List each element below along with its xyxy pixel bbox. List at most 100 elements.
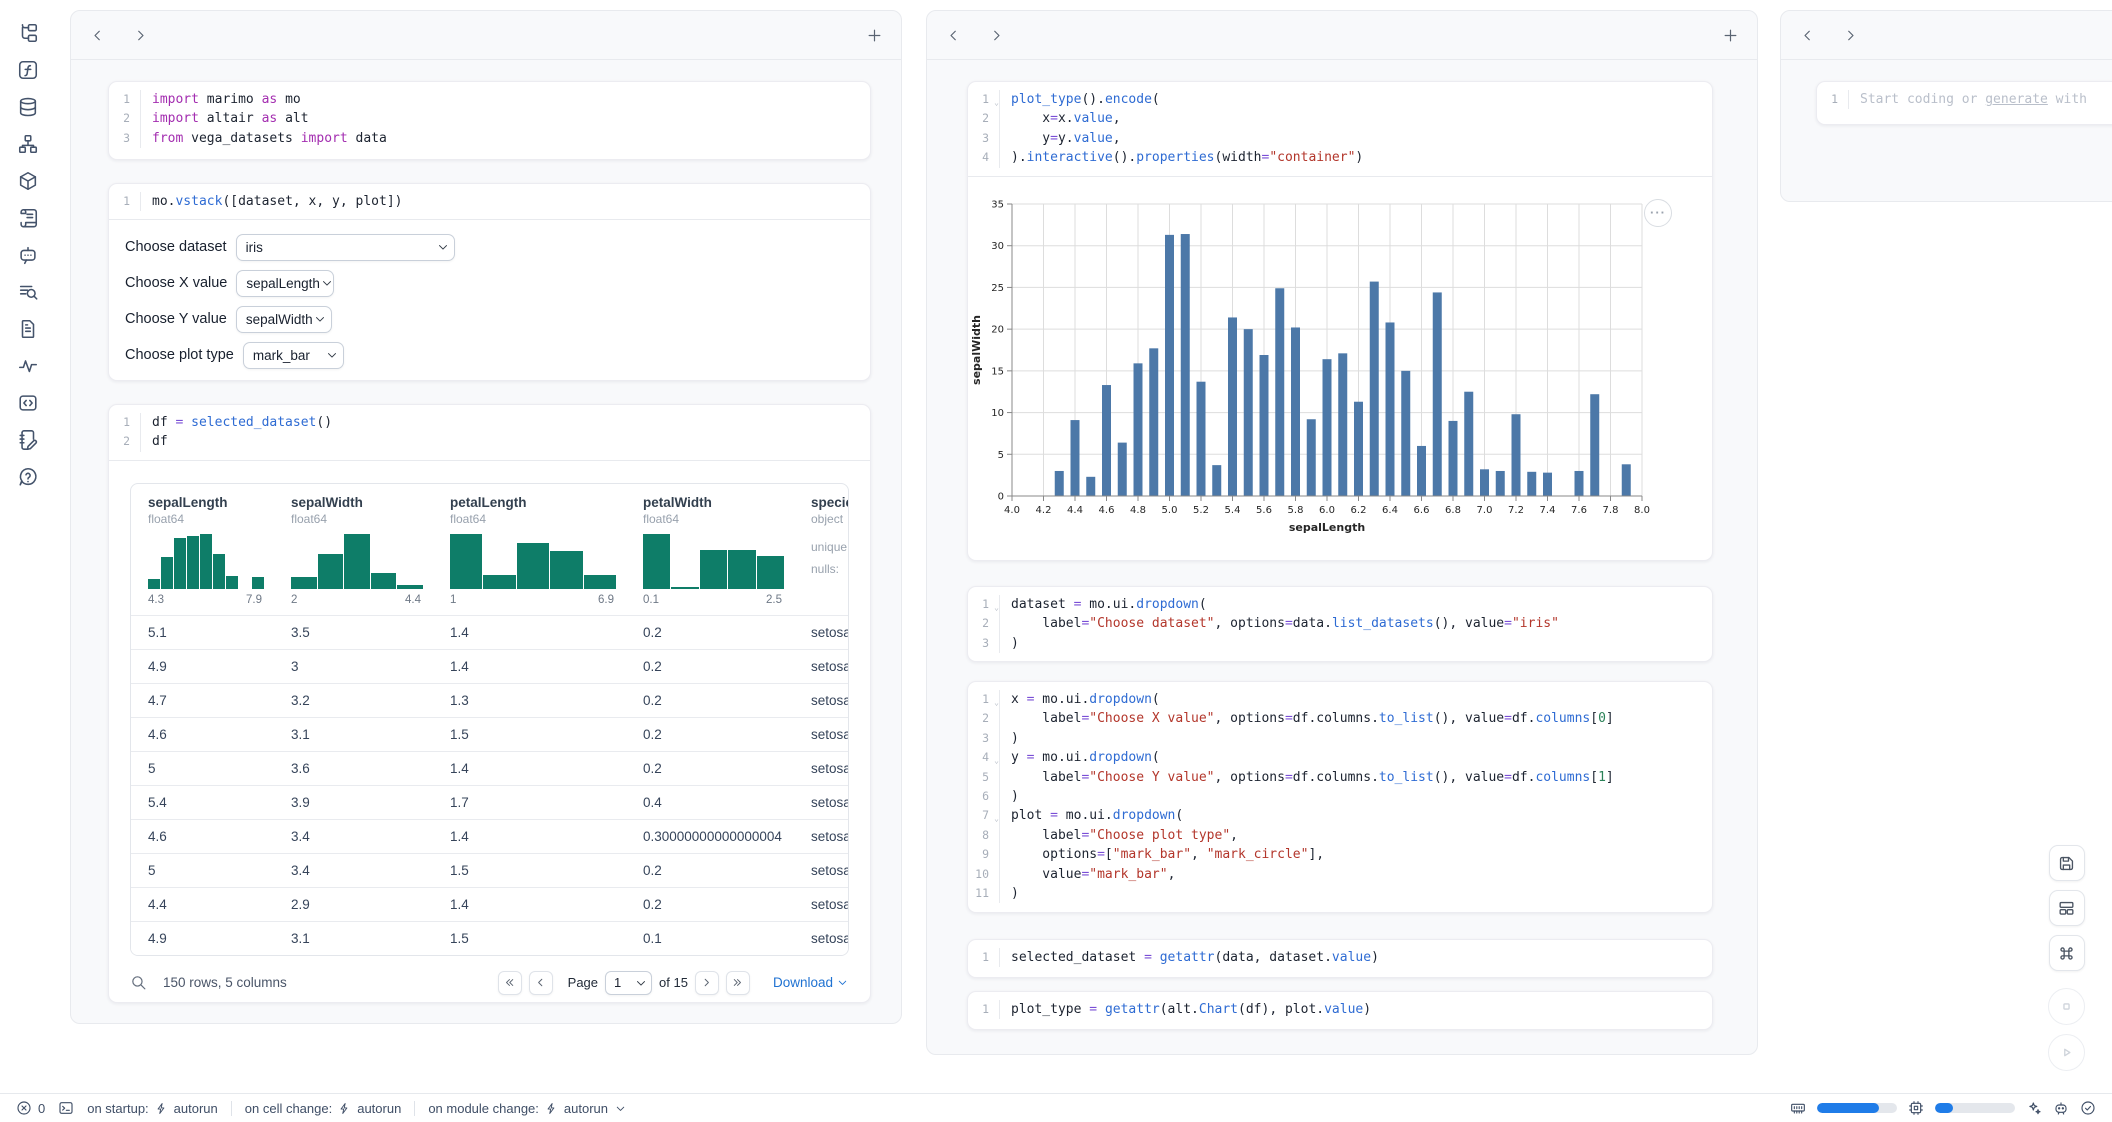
- line-number: 7⌄: [968, 806, 1000, 825]
- table-row[interactable]: 4.93.11.50.1setosa: [131, 921, 848, 955]
- first-page-button[interactable]: [498, 971, 522, 995]
- activity-icon[interactable]: [17, 355, 39, 377]
- package-icon[interactable]: [17, 170, 39, 192]
- ai-assist-button[interactable]: [2026, 1100, 2042, 1116]
- table-row[interactable]: 4.63.11.50.2setosa: [131, 717, 848, 751]
- run-button[interactable]: [2048, 1034, 2085, 1071]
- column-min: 0.1: [643, 594, 659, 606]
- dataset-select[interactable]: iris: [236, 234, 455, 261]
- table-row[interactable]: 4.63.41.40.30000000000000004setosa: [131, 819, 848, 853]
- code-editor[interactable]: 1⌄dataset = mo.ui.dropdown(2 label="Choo…: [968, 587, 1712, 661]
- script-icon[interactable]: [17, 207, 39, 229]
- x-value-select[interactable]: sepalLength: [236, 270, 334, 297]
- column-dtype: float64: [643, 512, 794, 526]
- next-page-button[interactable]: [695, 971, 719, 995]
- help-chat-icon[interactable]: [17, 466, 39, 488]
- code-cell-dataframe[interactable]: 1df = selected_dataset()2df sepalLengthf…: [108, 404, 871, 1003]
- code-cell-vstack[interactable]: 1mo.vstack([dataset, x, y, plot]) Choose…: [108, 183, 871, 381]
- save-icon: [2057, 854, 2076, 873]
- column-header-sepalLength[interactable]: sepalLengthfloat644.37.9: [131, 484, 274, 615]
- file-tree-icon[interactable]: [17, 22, 39, 44]
- column-header-species[interactable]: speciesobjectunique:nulls:: [794, 484, 849, 615]
- chevron-left-icon[interactable]: [945, 27, 962, 44]
- connection-status-icon[interactable]: [2080, 1100, 2096, 1116]
- chevron-left-icon[interactable]: [1799, 27, 1816, 44]
- chevron-right-icon[interactable]: [988, 27, 1005, 44]
- add-cell-button[interactable]: [866, 27, 883, 44]
- table-row[interactable]: 5.13.51.40.2setosa: [131, 615, 848, 649]
- code-editor[interactable]: 1df = selected_dataset()2df: [109, 405, 870, 460]
- line-number: 6: [968, 787, 1000, 806]
- column-max: 7.9: [246, 594, 262, 606]
- altair-chart[interactable]: 4.04.24.44.64.85.05.25.45.65.86.06.26.46…: [968, 177, 1712, 561]
- file-text-icon[interactable]: [17, 318, 39, 340]
- svg-text:15: 15: [991, 366, 1004, 377]
- chat-bot-icon[interactable]: [17, 244, 39, 266]
- search-icon[interactable]: [130, 974, 147, 991]
- page-select[interactable]: 1: [605, 971, 652, 995]
- line-number: 4⌄: [968, 748, 1000, 767]
- download-button[interactable]: Download: [773, 975, 849, 990]
- svg-text:25: 25: [991, 283, 1004, 294]
- altair-chart-output[interactable]: 4.04.24.44.64.85.05.25.45.65.86.06.26.46…: [968, 177, 1712, 561]
- table-row[interactable]: 5.43.91.70.4setosa: [131, 785, 848, 819]
- layout-button[interactable]: [2049, 890, 2085, 926]
- add-cell-button[interactable]: [1722, 27, 1739, 44]
- code-cell-dataset-dropdown[interactable]: 1⌄dataset = mo.ui.dropdown(2 label="Choo…: [967, 586, 1713, 662]
- chart-actions-button[interactable]: ···: [1644, 199, 1672, 227]
- code-editor[interactable]: 1import marimo as mo2import altair as al…: [109, 82, 870, 156]
- command-palette-button[interactable]: [2049, 935, 2085, 971]
- terminal-button[interactable]: [58, 1100, 74, 1116]
- empty-code-cell[interactable]: 1 Start coding or generate with: [1816, 81, 2112, 125]
- on-cell-change-setting[interactable]: on cell change: autorun: [245, 1101, 402, 1116]
- table-row[interactable]: 4.73.21.30.2setosa: [131, 683, 848, 717]
- code-editor[interactable]: 1mo.vstack([dataset, x, y, plot]): [109, 184, 870, 219]
- table-cell: 4.4: [131, 897, 274, 912]
- save-button[interactable]: [2049, 845, 2085, 881]
- on-module-change-setting[interactable]: on module change: autorun: [428, 1101, 627, 1116]
- function-icon[interactable]: [17, 59, 39, 81]
- table-row[interactable]: 4.931.40.2setosa: [131, 649, 848, 683]
- code-cell-plot-type[interactable]: 1plot_type = getattr(alt.Chart(df), plot…: [967, 991, 1713, 1030]
- svg-text:sepalLength: sepalLength: [1289, 521, 1365, 534]
- code-cell-xy-dropdowns[interactable]: 1⌄x = mo.ui.dropdown(2 label="Choose X v…: [967, 681, 1713, 913]
- code-editor[interactable]: 1⌄plot_type().encode(2 x=x.value,3 y=y.v…: [968, 82, 1712, 176]
- table-cell: 0.2: [626, 863, 794, 878]
- code-cell-selected-dataset[interactable]: 1selected_dataset = getattr(data, datase…: [967, 939, 1713, 978]
- list-search-icon[interactable]: [17, 281, 39, 303]
- stop-button[interactable]: [2048, 988, 2085, 1025]
- svg-text:7.8: 7.8: [1603, 505, 1619, 516]
- code-snippet-icon[interactable]: [17, 392, 39, 414]
- table-row[interactable]: 53.61.40.2setosa: [131, 751, 848, 785]
- sitemap-icon[interactable]: [17, 133, 39, 155]
- on-startup-setting[interactable]: on startup: autorun: [87, 1101, 218, 1116]
- column-header-sepalWidth[interactable]: sepalWidthfloat6424.4: [274, 484, 433, 615]
- plot-type-label: Choose plot type: [125, 347, 234, 363]
- chevron-right-icon[interactable]: [1842, 27, 1859, 44]
- database-icon[interactable]: [17, 96, 39, 118]
- code-editor[interactable]: 1plot_type = getattr(alt.Chart(df), plot…: [968, 992, 1712, 1027]
- plot-type-select[interactable]: mark_bar: [243, 342, 344, 369]
- column-header-petalLength[interactable]: petalLengthfloat6416.9: [433, 484, 626, 615]
- error-console-toggle[interactable]: 0: [16, 1100, 45, 1116]
- table-row[interactable]: 53.41.50.2setosa: [131, 853, 848, 887]
- y-value-select[interactable]: sepalWidth: [236, 306, 332, 333]
- editor-placeholder[interactable]: Start coding or generate with: [1849, 90, 2087, 109]
- table-row[interactable]: 4.42.91.40.2setosa: [131, 887, 848, 921]
- chatbot-button[interactable]: [2053, 1100, 2069, 1116]
- code-cell-plot[interactable]: 1⌄plot_type().encode(2 x=x.value,3 y=y.v…: [967, 81, 1713, 561]
- line-number: 1: [1817, 90, 1849, 109]
- prev-page-button[interactable]: [529, 971, 553, 995]
- code-editor[interactable]: 1selected_dataset = getattr(data, datase…: [968, 940, 1712, 975]
- chevron-right-icon[interactable]: [132, 27, 149, 44]
- line-number: 3: [968, 729, 1000, 748]
- code-cell-imports[interactable]: 1import marimo as mo2import altair as al…: [108, 81, 871, 160]
- code-editor[interactable]: 1⌄x = mo.ui.dropdown(2 label="Choose X v…: [968, 682, 1712, 911]
- notebook-edit-icon[interactable]: [17, 429, 39, 451]
- chevron-left-icon[interactable]: [89, 27, 106, 44]
- generate-link[interactable]: generate: [1985, 92, 2048, 107]
- column-min: 2: [291, 594, 297, 606]
- column-header-petalWidth[interactable]: petalWidthfloat640.12.5: [626, 484, 794, 615]
- last-page-button[interactable]: [726, 971, 750, 995]
- svg-text:6.8: 6.8: [1445, 505, 1461, 516]
